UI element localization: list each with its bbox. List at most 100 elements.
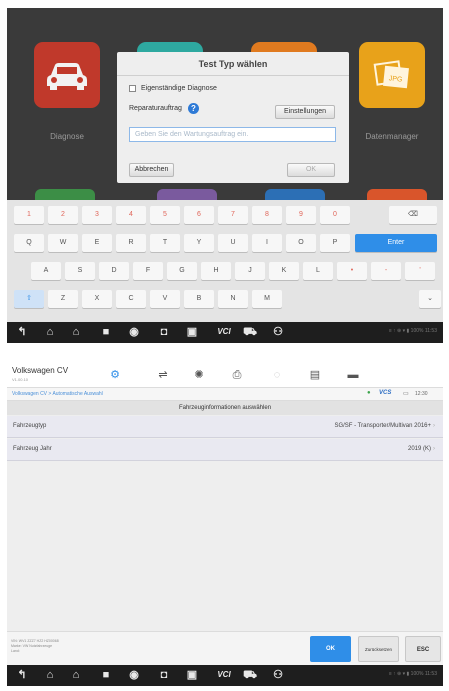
key-5[interactable]: 5	[150, 206, 180, 224]
back-icon[interactable]: ↰	[15, 668, 29, 682]
battery-icon: ▭	[403, 391, 409, 397]
house-icon[interactable]: ⌂	[69, 668, 83, 682]
key-s[interactable]: S	[65, 262, 95, 280]
vehicle-info: VIN: WV1 ZZZ7 HZ2 HZ00068 Marke: VW Nutz…	[11, 639, 59, 654]
datenmanager-tile[interactable]: JPG	[359, 42, 425, 108]
key-z[interactable]: Z	[48, 290, 78, 308]
shift-key[interactable]: ⇧	[14, 290, 44, 308]
vehicle-type-label: Fahrzeugtyp	[13, 423, 47, 429]
key-4[interactable]: 4	[116, 206, 146, 224]
browser-icon[interactable]: ◉	[127, 668, 141, 682]
vci-icon[interactable]: VCI	[213, 325, 235, 339]
enter-key[interactable]: Enter	[355, 234, 437, 252]
system-navbar-bottom: ↰ ⌂ ⌂ ■ ◉ ◘ ▣ VCI ⛟ ⚇ ≡ ↑ ⊕ ▾ ▮ 100% 11:…	[7, 665, 443, 686]
key-8[interactable]: 8	[252, 206, 282, 224]
key-1[interactable]: 1	[14, 206, 44, 224]
browser-icon[interactable]: ◉	[127, 325, 141, 339]
home-icon[interactable]: ⌂	[43, 325, 57, 339]
network-icon[interactable]: ⚇	[271, 325, 285, 339]
onscreen-keyboard: 1 2 3 4 5 6 7 8 9 0 ⌫ Q W E R T Y U I O P Enter A S D F G H J K L • - '…	[7, 200, 443, 322]
vehicle-year-label: Fahrzeug Jahr	[13, 446, 52, 452]
folder-icon: JPG	[373, 60, 409, 89]
message-icon[interactable]: ▬	[345, 367, 361, 383]
key-d[interactable]: D	[99, 262, 129, 280]
settings-button[interactable]: Einstellungen	[275, 105, 335, 119]
key-t[interactable]: T	[150, 234, 180, 252]
key-e[interactable]: E	[82, 234, 112, 252]
back-button[interactable]: Zurücksetzen	[358, 636, 399, 662]
key-2[interactable]: 2	[48, 206, 78, 224]
hide-keyboard-key[interactable]: ⌄	[419, 290, 441, 308]
key-g[interactable]: G	[167, 262, 197, 280]
key-f[interactable]: F	[133, 262, 163, 280]
key-7[interactable]: 7	[218, 206, 248, 224]
key-0[interactable]: 0	[320, 206, 350, 224]
screen-record-icon[interactable]: ▣	[185, 668, 199, 682]
diagnose-tile[interactable]	[34, 42, 100, 108]
key-j[interactable]: J	[235, 262, 265, 280]
house-icon[interactable]: ⌂	[69, 325, 83, 339]
test-type-dialog: Test Typ wählen Eigenständige Diagnose R…	[117, 52, 349, 183]
vehicle-year-text: 2019 (K)	[407, 446, 431, 452]
vehicle-type-row[interactable]: Fahrzeugtyp SG/SF - Transporter/Multivan…	[7, 416, 443, 438]
car-service-icon[interactable]: ⛟	[243, 325, 257, 339]
key-c[interactable]: C	[116, 290, 146, 308]
screen-record-icon[interactable]: ▣	[185, 325, 199, 339]
repair-order-input[interactable]: Geben Sie den Wartungsauftrag ein.	[129, 127, 336, 142]
print-icon[interactable]: ⎙	[229, 367, 245, 383]
car-service-icon[interactable]: ⛟	[243, 668, 257, 682]
key-punct-11[interactable]: '	[405, 262, 435, 280]
key-q[interactable]: Q	[14, 234, 44, 252]
key-u[interactable]: U	[218, 234, 248, 252]
key-punct-10[interactable]: -	[371, 262, 401, 280]
recent-apps-icon[interactable]: ■	[99, 325, 113, 339]
vehicle-type-value: SG/SF - Transporter/Multivan 2016+ ›	[334, 423, 435, 429]
info-icon[interactable]: ?	[187, 103, 199, 114]
key-i[interactable]: I	[252, 234, 282, 252]
key-h[interactable]: H	[201, 262, 231, 280]
cancel-button[interactable]: Abbrechen	[129, 163, 174, 177]
backspace-key[interactable]: ⌫	[389, 206, 437, 224]
help-icon[interactable]: ◌	[269, 367, 285, 383]
key-r[interactable]: R	[116, 234, 146, 252]
network-icon[interactable]: ⚇	[271, 668, 285, 682]
back-icon[interactable]: ↰	[15, 325, 29, 339]
key-n[interactable]: N	[218, 290, 248, 308]
chevron-right-icon: ›	[433, 423, 435, 429]
key-w[interactable]: W	[48, 234, 78, 252]
esc-button[interactable]: ESC	[405, 636, 441, 662]
key-p[interactable]: P	[320, 234, 350, 252]
vci-icon[interactable]: VCI	[213, 668, 235, 682]
vehicle-switch-icon[interactable]: ⇌	[155, 367, 171, 383]
key-o[interactable]: O	[286, 234, 316, 252]
key-6[interactable]: 6	[184, 206, 214, 224]
vehicle-year-row[interactable]: Fahrzeug Jahr 2019 (K) ›	[7, 439, 443, 461]
standalone-diagnosis-row[interactable]: Eigenständige Diagnose	[129, 85, 217, 92]
key-3[interactable]: 3	[82, 206, 112, 224]
key-l[interactable]: L	[303, 262, 333, 280]
ok-button[interactable]: OK	[287, 163, 335, 177]
home-car-icon[interactable]: ⚙	[107, 367, 123, 383]
key-k[interactable]: K	[269, 262, 299, 280]
key-y[interactable]: Y	[184, 234, 214, 252]
save-icon[interactable]: ▤	[307, 367, 323, 383]
settings-icon[interactable]: ✺	[191, 367, 207, 383]
key-m[interactable]: M	[252, 290, 282, 308]
key-v[interactable]: V	[150, 290, 180, 308]
ok-button[interactable]: OK	[310, 636, 351, 662]
camera-icon[interactable]: ◘	[157, 668, 171, 682]
key-b[interactable]: B	[184, 290, 214, 308]
camera-icon[interactable]: ◘	[157, 325, 171, 339]
svg-text:JPG: JPG	[388, 75, 402, 83]
key-a[interactable]: A	[31, 262, 61, 280]
repair-order-label: Reparaturauftrag	[129, 105, 182, 112]
key-x[interactable]: X	[82, 290, 112, 308]
vci-status: VCS	[379, 390, 392, 396]
section-title: Fahrzeuginformationen auswählen	[7, 401, 443, 415]
key-punct-9[interactable]: •	[337, 262, 367, 280]
home-icon[interactable]: ⌂	[43, 668, 57, 682]
breadcrumb[interactable]: Volkswagen CV > Automatische Auswahl	[12, 391, 103, 397]
key-9[interactable]: 9	[286, 206, 316, 224]
standalone-diagnosis-checkbox[interactable]	[129, 85, 136, 92]
recent-apps-icon[interactable]: ■	[99, 668, 113, 682]
